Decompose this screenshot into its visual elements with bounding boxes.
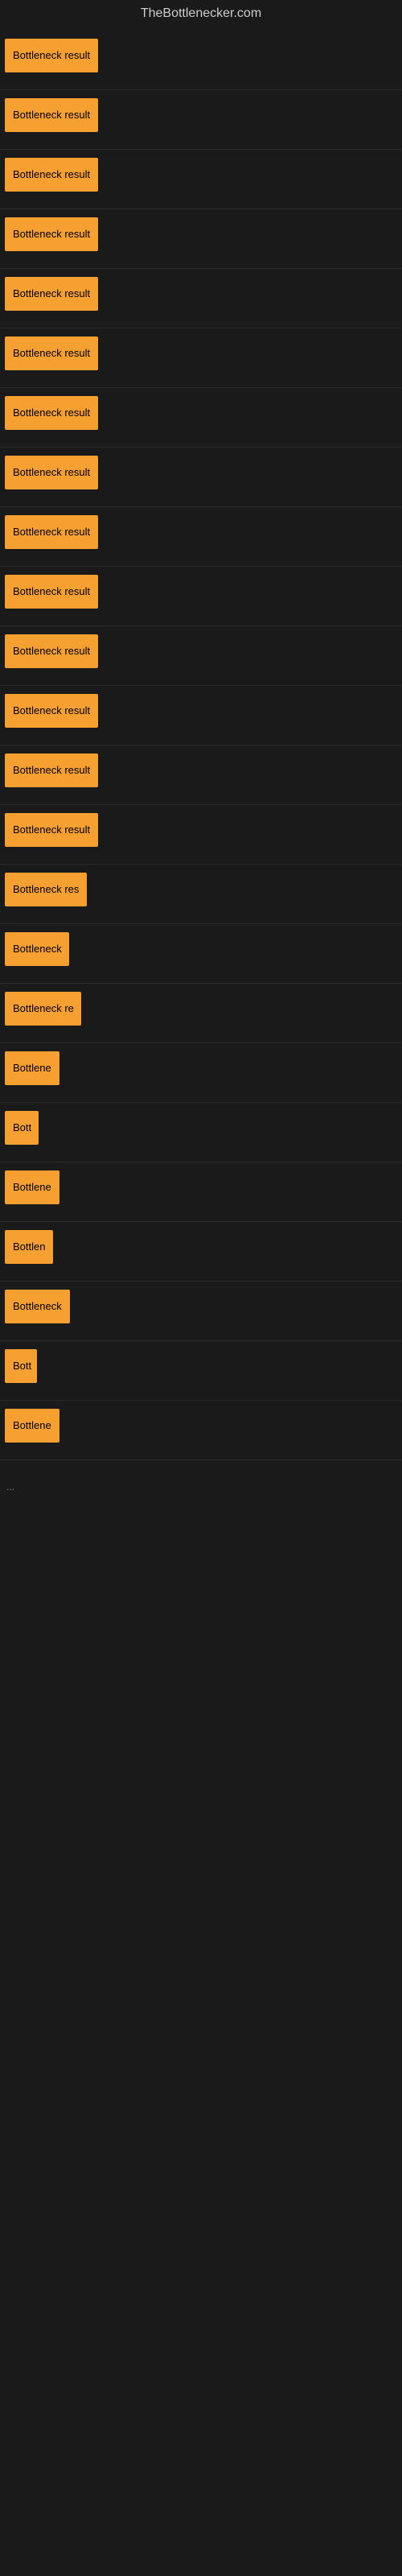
bottleneck-row: Bottleneck result	[0, 805, 402, 865]
bottleneck-badge[interactable]: Bottlene	[5, 1051, 59, 1085]
bottleneck-badge[interactable]: Bottleneck result	[5, 515, 98, 549]
bottleneck-row: Bottlene	[0, 1162, 402, 1222]
bottleneck-row: Bottleneck result	[0, 388, 402, 448]
bottleneck-row: Bottleneck result	[0, 328, 402, 388]
bottleneck-row: Bottleneck re	[0, 984, 402, 1043]
bottleneck-badge[interactable]: Bottleneck result	[5, 813, 98, 847]
bottleneck-badge[interactable]: Bottleneck result	[5, 396, 98, 430]
bottleneck-badge[interactable]: Bott	[5, 1111, 39, 1145]
bottleneck-badge[interactable]: Bottleneck result	[5, 158, 98, 192]
bottleneck-badge[interactable]: Bottleneck result	[5, 694, 98, 728]
bottleneck-row: Bottleneck result	[0, 150, 402, 209]
bottleneck-badge[interactable]: Bottleneck result	[5, 39, 98, 72]
bottleneck-row: Bottleneck	[0, 924, 402, 984]
bottleneck-badge[interactable]: Bott	[5, 1349, 37, 1383]
site-header: TheBottlenecker.com	[0, 0, 402, 27]
bottleneck-row: Bottleneck result	[0, 567, 402, 626]
bottleneck-row: Bottlen	[0, 1222, 402, 1282]
bottleneck-badge[interactable]: Bottleneck result	[5, 336, 98, 370]
bottleneck-row: Bottleneck	[0, 1282, 402, 1341]
bottleneck-badge[interactable]: Bottleneck	[5, 1290, 70, 1323]
bottleneck-row: Bott	[0, 1341, 402, 1401]
bottleneck-badge[interactable]: Bottleneck res	[5, 873, 87, 906]
bottleneck-badge[interactable]: Bottleneck result	[5, 277, 98, 311]
bottleneck-row: Bottleneck res	[0, 865, 402, 924]
bottleneck-row: Bottleneck result	[0, 745, 402, 805]
ellipsis-indicator: ...	[3, 1475, 18, 1499]
bottleneck-badge[interactable]: Bottleneck result	[5, 753, 98, 787]
site-title: TheBottlenecker.com	[0, 0, 402, 27]
bottleneck-badge[interactable]: Bottleneck result	[5, 634, 98, 668]
bottleneck-badge[interactable]: Bottleneck	[5, 932, 69, 966]
bottleneck-badge[interactable]: Bottlene	[5, 1409, 59, 1443]
bottleneck-row: Bottleneck result	[0, 507, 402, 567]
bottleneck-badge[interactable]: Bottleneck result	[5, 575, 98, 609]
bottleneck-row: Bottleneck result	[0, 90, 402, 150]
empty-bottom-section: ...	[0, 1463, 402, 1624]
bottleneck-badge[interactable]: Bottleneck result	[5, 217, 98, 251]
bottleneck-badge[interactable]: Bottleneck re	[5, 992, 81, 1026]
bottleneck-row: Bottlene	[0, 1043, 402, 1103]
bottleneck-badge[interactable]: Bottleneck result	[5, 456, 98, 489]
bottleneck-row: Bottleneck result	[0, 448, 402, 507]
bottleneck-row: Bott	[0, 1103, 402, 1162]
bottleneck-badge[interactable]: Bottlen	[5, 1230, 53, 1264]
bottleneck-row: Bottleneck result	[0, 209, 402, 269]
bottleneck-row: Bottlene	[0, 1401, 402, 1460]
bottleneck-row: Bottleneck result	[0, 31, 402, 90]
bottleneck-badge[interactable]: Bottleneck result	[5, 98, 98, 132]
bottleneck-row: Bottleneck result	[0, 686, 402, 745]
bottleneck-badge[interactable]: Bottlene	[5, 1170, 59, 1204]
bottleneck-row: Bottleneck result	[0, 626, 402, 686]
bottleneck-list: Bottleneck result Bottleneck result Bottle…	[0, 27, 402, 1463]
bottleneck-row: Bottleneck result	[0, 269, 402, 328]
